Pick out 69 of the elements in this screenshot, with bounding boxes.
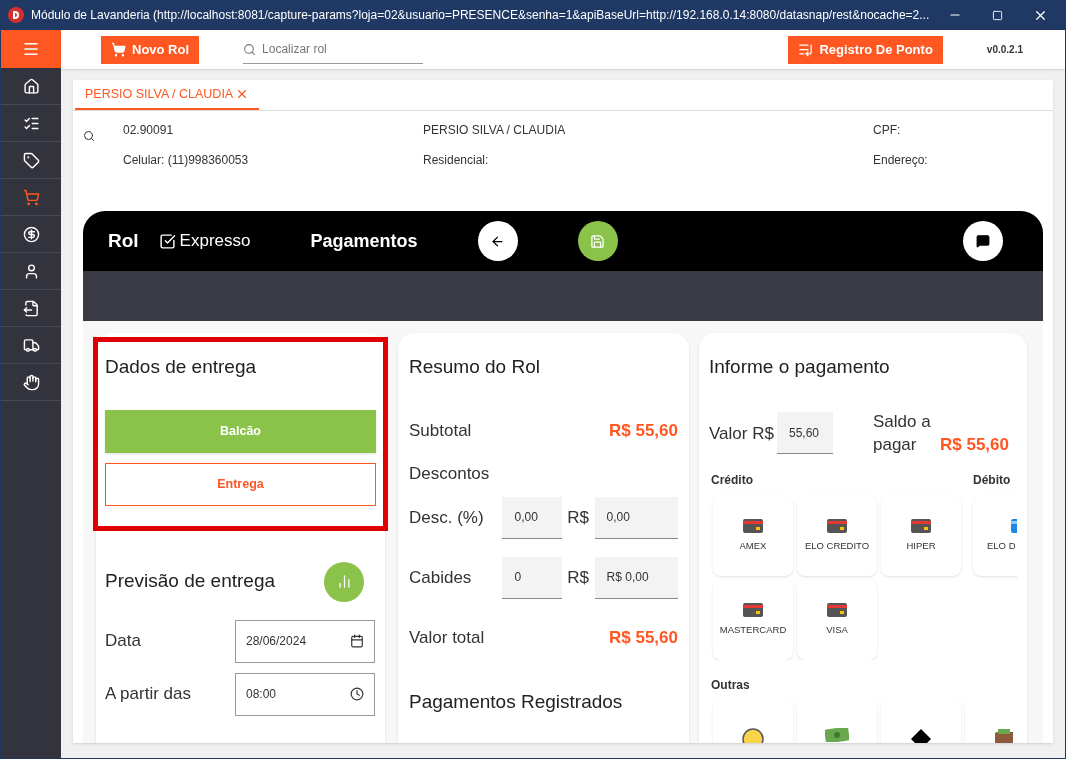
version-label: v0.0.2.1 [986,43,1023,57]
value-field[interactable]: 55,60 [777,412,833,455]
app-logo-icon [8,7,24,23]
currency-label: R$ [566,506,590,529]
calendar-icon [350,634,364,648]
search-icon [243,42,257,56]
customer-name: PERSIO SILVA / CLAUDIA [423,122,567,139]
quantity-field[interactable]: 0 [502,556,562,599]
credit-card-icon [743,602,763,617]
payment-title: Informe o pagamento [709,355,891,379]
credit-label: Crédito [710,472,754,489]
search-field[interactable]: Localizar rol [243,35,424,64]
discounts-label: Descontos [409,463,491,485]
amount-field[interactable]: 0,00 [594,496,678,539]
value-label: Valor R$ [709,422,775,445]
express-checkbox[interactable]: Expresso [158,228,251,254]
amount-field[interactable]: R$ 0,00 [594,556,678,599]
list-icon [798,42,814,57]
row-label: Desc. (%) [409,506,485,529]
subtotal-label: Subtotal [409,419,472,442]
forecast-title: Previsão de entrega [105,569,276,594]
save-button[interactable] [577,221,618,261]
address-label: Endereço: [873,152,928,169]
back-button[interactable] [477,221,518,261]
registered-payments-title: Pagamentos Registrados [409,690,624,714]
maximize-icon[interactable] [992,9,1003,21]
cash-icon [825,728,849,742]
subtotal-value: R$ 55,60 [609,419,678,442]
clock-icon [350,687,364,701]
quantity-field[interactable]: 0,00 [502,496,562,539]
cpf-label: CPF: [873,122,902,139]
time-field[interactable]: 08:00 [235,672,375,716]
summary-title: Resumo do Rol [409,355,541,379]
bar-chart-icon [336,574,352,589]
checkbox-icon [158,232,176,250]
save-icon [590,233,606,249]
row-label: Cabides [409,566,473,589]
field-label: Data [105,630,142,653]
section-title: Pagamentos [310,229,418,253]
balance-label: Saldo a pagar [873,411,932,457]
payment-method-button[interactable]: ELO D [973,496,1017,576]
menu-icon [22,40,40,58]
total-label: Valor total [409,626,485,649]
debit-label: Débito [973,472,1012,489]
payment-method-button[interactable]: HIPER [881,496,961,576]
payment-method-button[interactable]: MASTERCARD [713,580,793,660]
customer-code: 02.90091 [123,122,175,139]
balance-value: R$ 55,60 [940,433,1009,456]
chat-button[interactable] [963,221,1003,261]
rol-title: Rol [108,228,139,253]
payment-method-button[interactable]: VISA [797,580,877,660]
total-value: R$ 55,60 [609,626,678,649]
credit-card-icon [743,518,763,533]
residential-label: Residencial: [423,152,490,169]
delivery-title: Dados de entrega [105,355,258,379]
cart-icon [111,42,126,57]
credit-card-icon [827,602,847,617]
customer-phone: Celular: (11)998360053 [123,152,250,169]
payment-method-button[interactable]: ELO CREDITO [797,496,877,576]
field-label: A partir das [105,683,192,706]
window-title: Módulo de Lavanderia (http://localhost:8081/capture-params?loja=02&usuario=PRESENCE&senha=1&apiBaseUrl=http://192.168.0.14:8080/datasnap/rest&nocache=2... [31,7,930,24]
other-label: Outras [710,677,751,694]
payment-method-button[interactable]: AMEX [713,496,793,576]
credit-card-icon [827,518,847,533]
search-icon[interactable] [83,130,95,142]
currency-label: R$ [566,566,590,589]
credit-card-icon [911,518,931,533]
date-field[interactable]: 28/06/2024 [235,619,375,663]
chat-icon [976,234,990,248]
